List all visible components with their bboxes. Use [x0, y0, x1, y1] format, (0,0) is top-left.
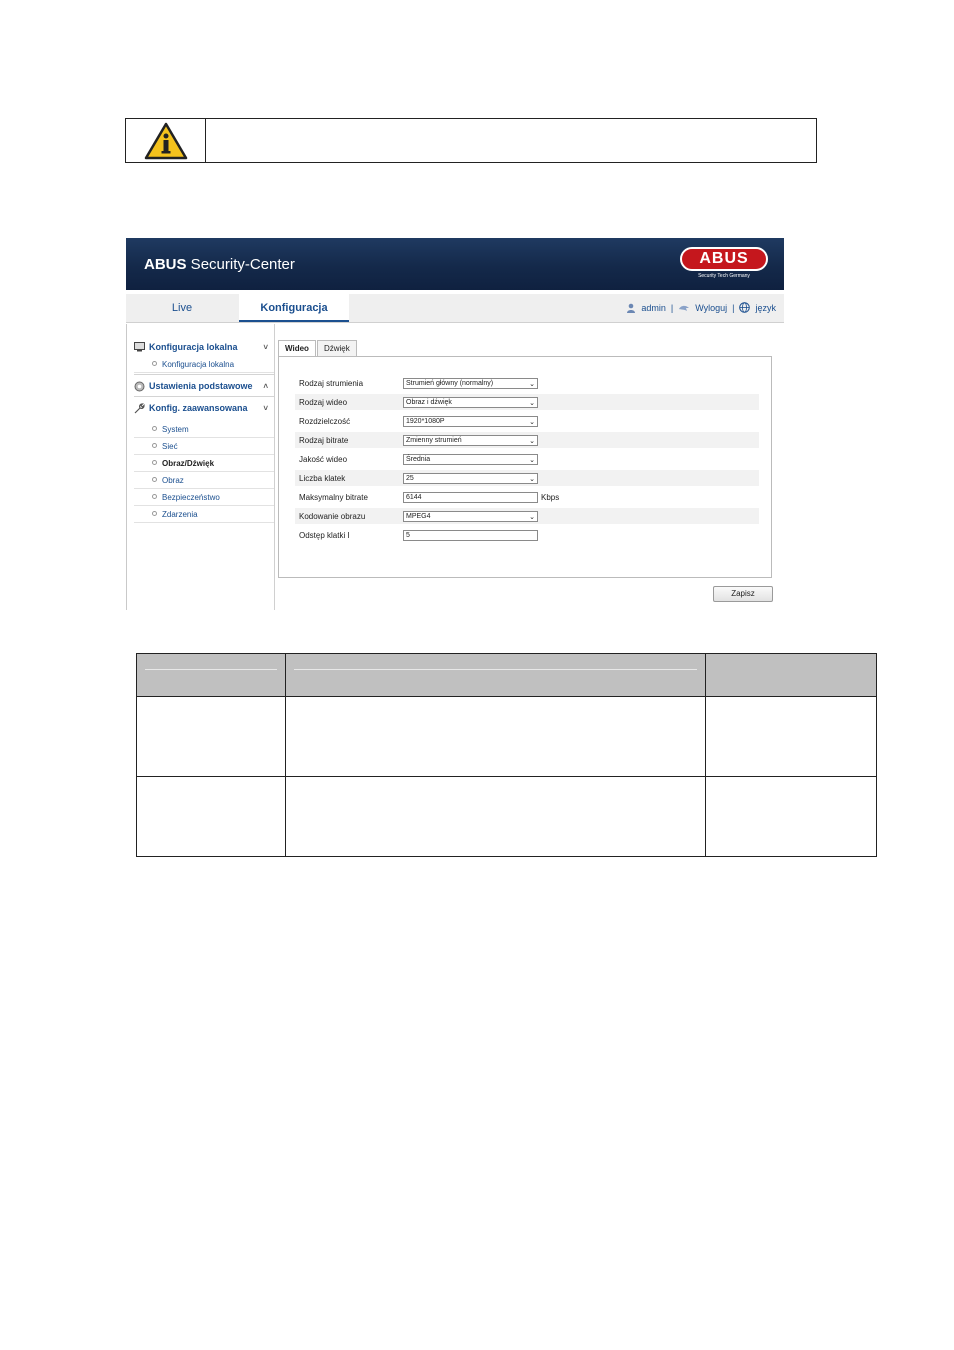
- chevron-up-icon: ˄: [263, 381, 268, 391]
- chevron-down-icon: ⌄: [529, 380, 535, 388]
- row-video-quality: Jakość wideo Średnia ⌄: [295, 451, 759, 467]
- table-header: [705, 653, 877, 697]
- chevron-down-icon: ˅: [263, 342, 268, 352]
- sidebar-item-network[interactable]: Sieć: [134, 438, 274, 455]
- description-table: [136, 653, 877, 857]
- video-type-select[interactable]: Obraz i dźwięk ⌄: [403, 396, 538, 408]
- table-cell: [705, 776, 877, 857]
- menu-basic-settings[interactable]: Ustawienia podstawowe ˄: [134, 377, 274, 395]
- row-i-frame: Odstęp klatki I 5: [295, 527, 759, 543]
- header-banner: ABUS Security-Center ABUS Security Tech …: [126, 238, 784, 290]
- table-header: [285, 653, 706, 697]
- tab-konfiguracja[interactable]: Konfiguracja: [239, 294, 349, 322]
- bullet-icon: [152, 494, 157, 499]
- sub-tabs: Wideo Dźwięk: [278, 340, 358, 357]
- table-header: [136, 653, 286, 697]
- row-resolution: Rozdzielczość 1920*1080P ⌄: [295, 413, 759, 429]
- table-row: [136, 696, 877, 777]
- chevron-down-icon: ⌄: [529, 399, 535, 407]
- menu-local-config[interactable]: Konfiguracja lokalna ˅: [134, 338, 274, 356]
- frame-rate-select[interactable]: 25 ⌄: [403, 472, 538, 484]
- chevron-down-icon: ⌄: [529, 437, 535, 445]
- video-quality-select[interactable]: Średnia ⌄: [403, 453, 538, 465]
- menu-advanced-config[interactable]: Konfig. zaawansowana ˅: [134, 399, 274, 417]
- sidebar-item-events[interactable]: Zdarzenia: [134, 506, 274, 523]
- resolution-select[interactable]: 1920*1080P ⌄: [403, 415, 538, 427]
- brand-title: ABUS Security-Center: [144, 256, 295, 273]
- monitor-icon: [134, 342, 145, 352]
- admin-link[interactable]: admin: [641, 303, 666, 313]
- bullet-icon: [152, 361, 157, 366]
- bitrate-type-select[interactable]: Zmienny strumień ⌄: [403, 434, 538, 446]
- sidebar-item-system[interactable]: System: [134, 421, 274, 438]
- abus-security-center-window: ABUS Security-Center ABUS Security Tech …: [126, 238, 784, 610]
- table-row: [136, 776, 877, 857]
- bullet-icon: [152, 426, 157, 431]
- row-frame-rate: Liczba klatek 25 ⌄: [295, 470, 759, 486]
- sidebar-item-image-audio[interactable]: Obraz/Dźwięk: [134, 455, 274, 472]
- encoding-select[interactable]: MPEG4 ⌄: [403, 510, 538, 522]
- user-icon: [627, 303, 636, 313]
- table-cell: [285, 696, 706, 777]
- sidebar-item-local-config[interactable]: Konfiguracja lokalna: [134, 356, 274, 373]
- i-frame-input[interactable]: 5: [403, 529, 538, 541]
- save-button[interactable]: Zapisz: [713, 586, 773, 602]
- notice-text: [206, 119, 816, 162]
- user-links: admin | Wyloguj | język: [626, 302, 776, 313]
- tab-video[interactable]: Wideo: [278, 340, 316, 357]
- row-stream-type: Rodzaj strumienia Strumień główny (norma…: [295, 375, 759, 391]
- language-link[interactable]: język: [755, 303, 776, 313]
- globe-icon: [739, 302, 751, 313]
- chevron-down-icon: ⌄: [529, 456, 535, 464]
- sidebar: Konfiguracja lokalna ˅ Konfiguracja loka…: [134, 338, 274, 523]
- wrench-icon: [134, 402, 145, 413]
- abus-logo: ABUS Security Tech Germany: [680, 247, 768, 279]
- row-max-bitrate: Maksymalny bitrate 6144 Kbps: [299, 491, 560, 503]
- gear-icon: [134, 381, 145, 391]
- info-warning-icon: [126, 119, 206, 162]
- sidebar-item-security[interactable]: Bezpieczeństwo: [134, 489, 274, 506]
- table-header-row: [136, 653, 877, 697]
- chevron-down-icon: ⌄: [529, 513, 535, 521]
- chevron-down-icon: ⌄: [529, 475, 535, 483]
- tab-live[interactable]: Live: [126, 294, 238, 322]
- bullet-icon: [152, 511, 157, 516]
- info-notice: [125, 118, 817, 163]
- tab-audio[interactable]: Dźwięk: [316, 340, 357, 357]
- chevron-down-icon: ˅: [263, 403, 268, 413]
- bullet-icon: [152, 460, 157, 465]
- max-bitrate-input[interactable]: 6144: [403, 491, 538, 503]
- logout-icon: [679, 305, 690, 311]
- table-cell: [136, 776, 286, 857]
- sidebar-item-image[interactable]: Obraz: [134, 472, 274, 489]
- stream-type-select[interactable]: Strumień główny (normalny) ⌄: [403, 377, 538, 389]
- logout-link[interactable]: Wyloguj: [695, 303, 727, 313]
- row-bitrate-type: Rodzaj bitrate Zmienny strumień ⌄: [295, 432, 759, 448]
- row-video-type: Rodzaj wideo Obraz i dźwięk ⌄: [295, 394, 759, 410]
- bitrate-unit: Kbps: [541, 492, 560, 502]
- table-cell: [136, 696, 286, 777]
- bullet-icon: [152, 443, 157, 448]
- bullet-icon: [152, 477, 157, 482]
- main-nav: Live Konfiguracja admin | Wyloguj | języ…: [126, 294, 784, 323]
- config-body: Konfiguracja lokalna ˅ Konfiguracja loka…: [126, 324, 784, 610]
- chevron-down-icon: ⌄: [529, 418, 535, 426]
- table-cell: [705, 696, 877, 777]
- row-encoding: Kodowanie obrazu MPEG4 ⌄: [295, 508, 759, 524]
- table-cell: [285, 776, 706, 857]
- video-settings-panel: Rodzaj strumienia Strumień główny (norma…: [278, 356, 772, 578]
